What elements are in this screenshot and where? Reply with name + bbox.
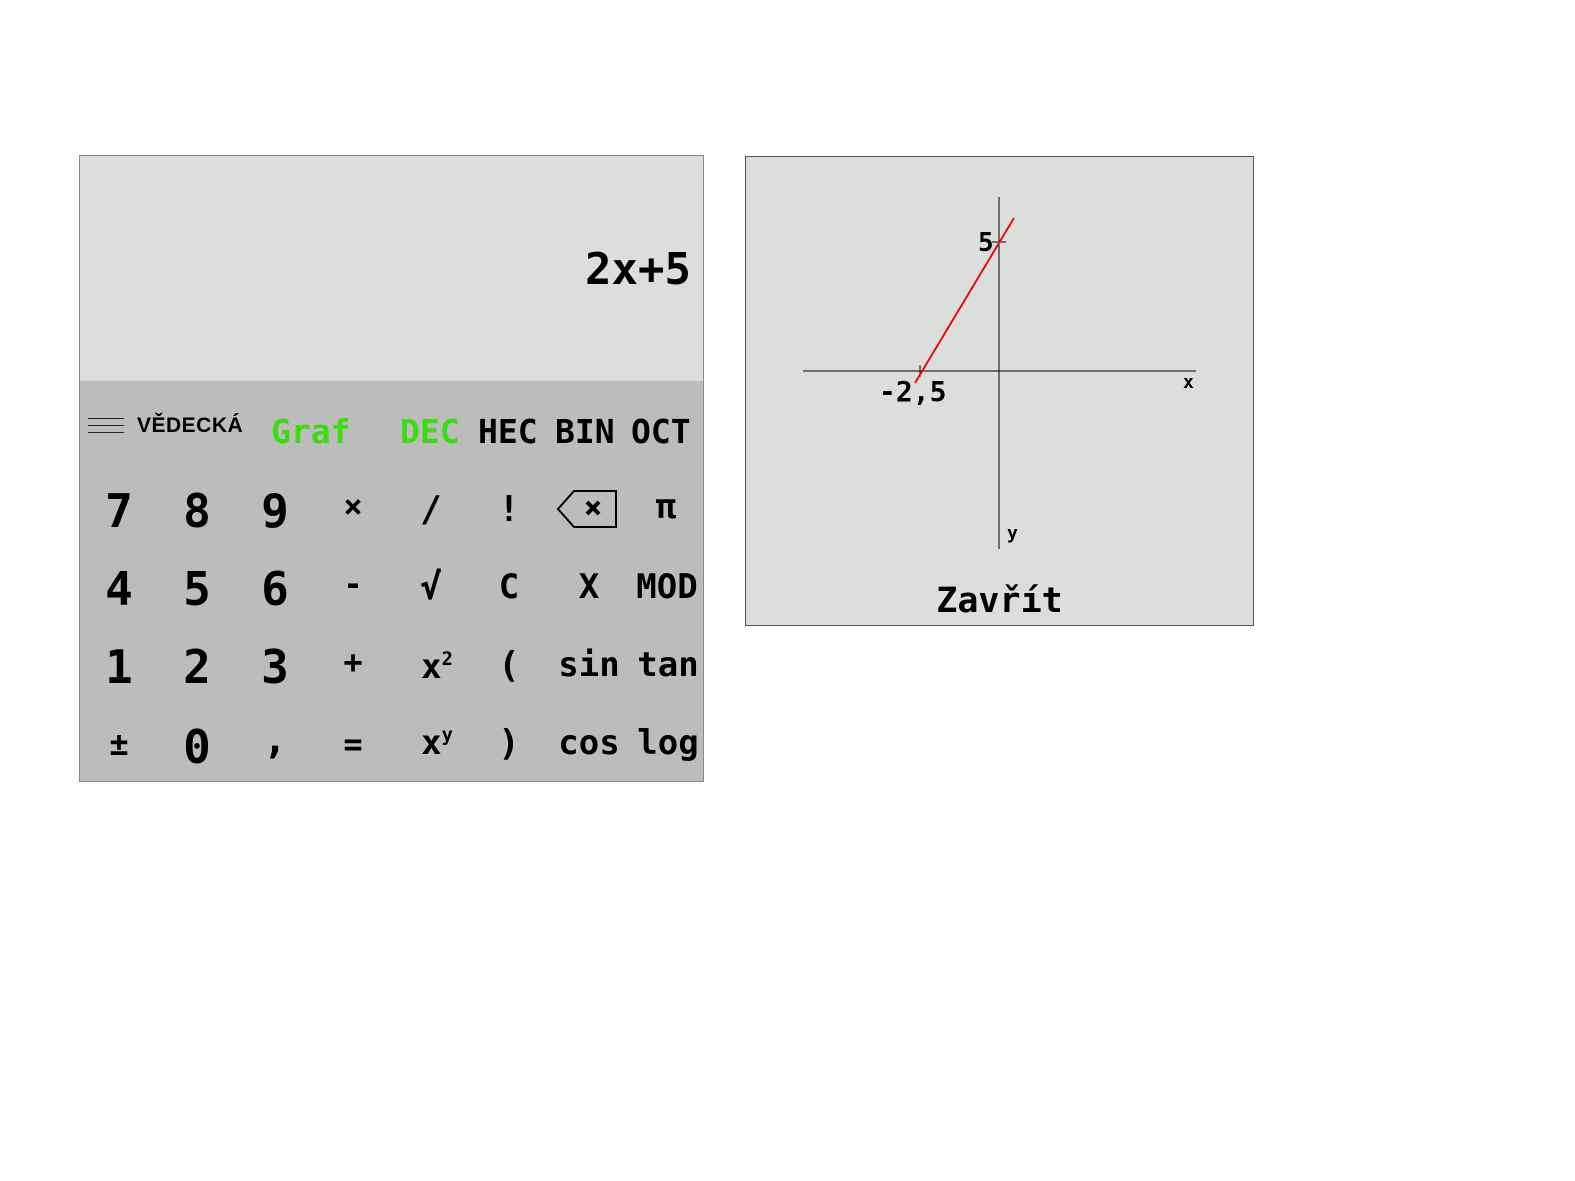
key-mod[interactable]: MOD	[619, 570, 715, 604]
key-factorial[interactable]: !	[470, 492, 548, 528]
graph-panel: 5 -2,5 x y Zavřít	[745, 156, 1254, 626]
key-power-base: x	[421, 723, 442, 763]
x-intercept-label: -2,5	[879, 375, 946, 408]
key-0[interactable]: 0	[158, 724, 236, 770]
key-x-variable[interactable]: X	[550, 570, 628, 604]
key-2[interactable]: 2	[158, 644, 236, 690]
key-9[interactable]: 9	[236, 488, 314, 534]
key-close-paren[interactable]: )	[470, 726, 548, 762]
key-open-paren[interactable]: (	[470, 648, 548, 684]
backspace-button[interactable]	[548, 489, 626, 529]
key-square-base: x	[421, 647, 442, 687]
x-axis-label: x	[1183, 372, 1194, 393]
graph-plot: 5 -2,5 x y	[803, 197, 1196, 549]
display: 2x+5	[80, 156, 703, 381]
key-divide[interactable]: /	[392, 492, 470, 528]
key-8[interactable]: 8	[158, 488, 236, 534]
key-minus[interactable]: -	[314, 568, 392, 600]
key-6[interactable]: 6	[236, 566, 314, 612]
expression-display: 2x+5	[585, 244, 691, 295]
key-7[interactable]: 7	[80, 488, 158, 534]
calculator: 2x+5 VĚDECKÁ Graf DEC HEC BIN OCT 7 8 9 …	[79, 155, 704, 782]
key-square-exponent: 2	[441, 648, 453, 670]
key-tan[interactable]: tan	[629, 648, 707, 682]
close-button[interactable]: Zavřít	[746, 581, 1253, 621]
key-cos[interactable]: cos	[550, 726, 628, 760]
key-sqrt[interactable]: √	[392, 570, 470, 606]
tab-oct[interactable]: OCT	[631, 412, 691, 451]
key-1[interactable]: 1	[80, 644, 158, 690]
key-power-exponent: y	[441, 724, 453, 746]
key-3[interactable]: 3	[236, 644, 314, 690]
key-5[interactable]: 5	[158, 566, 236, 612]
tab-bin[interactable]: BIN	[555, 412, 615, 451]
key-decimal-comma[interactable]: ,	[236, 720, 314, 760]
key-4[interactable]: 4	[80, 566, 158, 612]
y-intercept-label: 5	[978, 228, 994, 258]
key-multiply[interactable]: ×	[314, 490, 392, 522]
tab-graf[interactable]: Graf	[271, 412, 350, 451]
key-square[interactable]: x2	[398, 650, 476, 684]
backspace-icon	[556, 490, 617, 528]
key-log[interactable]: log	[629, 726, 707, 760]
key-clear[interactable]: C	[470, 570, 548, 604]
mode-label[interactable]: VĚDECKÁ	[137, 414, 243, 438]
key-pi[interactable]: π	[627, 490, 705, 524]
key-sin[interactable]: sin	[550, 648, 628, 682]
tab-dec[interactable]: DEC	[400, 412, 460, 451]
hamburger-icon[interactable]	[88, 418, 124, 440]
key-plus-minus[interactable]: ±	[80, 728, 158, 760]
key-power[interactable]: xy	[398, 726, 476, 760]
key-plus[interactable]: +	[314, 646, 392, 678]
key-equals[interactable]: =	[314, 728, 392, 760]
y-axis-label: y	[1007, 523, 1018, 544]
tab-hec[interactable]: HEC	[478, 412, 538, 451]
